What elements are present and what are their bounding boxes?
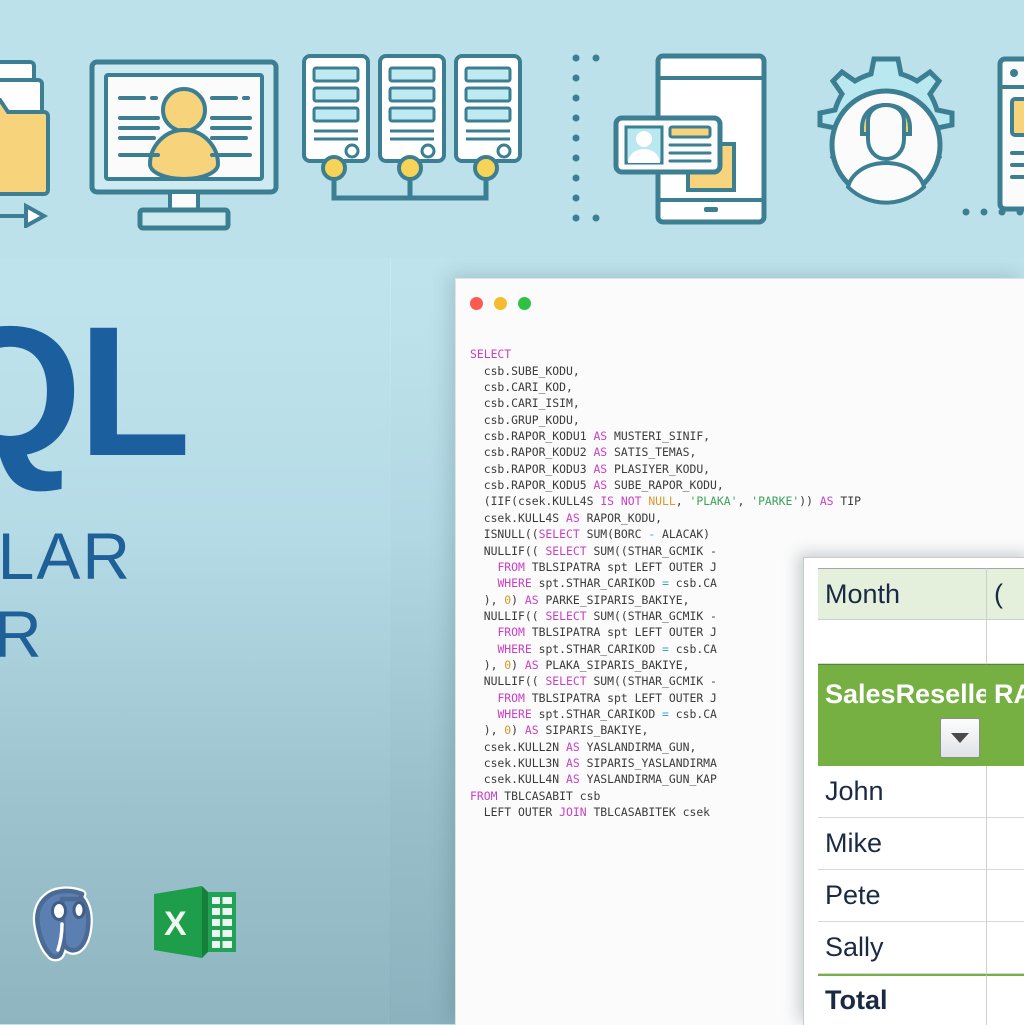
hero-subtitle-line-2: AR (0, 597, 44, 671)
excel-cell-value[interactable] (987, 870, 1024, 922)
excel-grid[interactable]: Month ( Sales Reseller R A JohnMikePeteS… (818, 568, 1024, 1025)
excel-filter-col2-line2: A (1014, 669, 1024, 719)
postgresql-logo (32, 886, 93, 962)
excel-header-row: Month ( (818, 568, 1024, 620)
excel-spreadsheet-panel[interactable]: Month ( Sales Reseller R A JohnMikePeteS… (803, 557, 1024, 1025)
excel-cell-reseller-name[interactable]: Mike (818, 818, 988, 870)
window-traffic-lights[interactable] (470, 297, 531, 310)
hero-subtitle: ULAR AR (0, 517, 400, 673)
tech-logo-row: X (22, 880, 238, 964)
excel-data-rows[interactable]: John Mike Pete Sally (818, 766, 1024, 974)
desktop-user-profile-icon (89, 59, 279, 231)
excel-cell-reseller-name[interactable]: Sally (818, 922, 988, 974)
excel-total-row: Total (818, 974, 1024, 1025)
maximize-window-button[interactable] (518, 297, 531, 310)
gear-user-settings-icon (817, 56, 955, 205)
excel-spacer-cell-2 (987, 620, 1024, 664)
excel-cell-reseller-name[interactable]: John (818, 766, 988, 818)
chevron-down-icon (951, 733, 970, 743)
excel-total-label: Total (818, 974, 988, 1025)
excel-spacer-cell-1 (818, 620, 988, 664)
excel-row[interactable]: John (818, 766, 1024, 818)
minimize-window-button[interactable] (494, 297, 507, 310)
excel-header-month: Month (818, 568, 988, 620)
excel-cell-value[interactable] (987, 818, 1024, 870)
hero-subtitle-line-1: ULAR (0, 519, 133, 593)
excel-logo: X (154, 886, 236, 958)
excel-row[interactable]: Mike (818, 818, 1024, 870)
excel-spacer-row (818, 620, 1024, 664)
close-window-button[interactable] (470, 297, 483, 310)
illustration-icon-strip (0, 0, 1024, 258)
dropdown-filter-icon[interactable] (940, 718, 981, 758)
excel-filter-row[interactable]: Sales Reseller R A (818, 664, 1024, 766)
excel-cell-reseller-name[interactable]: Pete (818, 870, 988, 922)
hero-block: QL ULAR AR (0, 300, 400, 673)
svg-text:X: X (164, 905, 187, 943)
excel-total-value (987, 974, 1024, 1025)
dotted-connector-icon (572, 54, 600, 222)
browser-window-icon (997, 56, 1024, 212)
excel-filter-label-line1: Sales (825, 679, 896, 709)
server-rack-cluster-icon (302, 54, 522, 201)
excel-cell-value[interactable] (987, 766, 1024, 818)
folder-transfer-icon (0, 60, 50, 228)
excel-filter-col2[interactable]: R A (987, 664, 1024, 766)
excel-header-col2: ( (987, 568, 1024, 620)
excel-row[interactable]: Pete (818, 870, 1024, 922)
excel-cell-value[interactable] (987, 922, 1024, 974)
excel-row[interactable]: Sally (818, 922, 1024, 974)
page-title: QL (0, 289, 191, 495)
excel-filter-sales-reseller[interactable]: Sales Reseller (818, 664, 988, 766)
tablet-id-card-icon (613, 53, 767, 225)
excel-filter-col2-line1: R (994, 679, 1014, 709)
excel-filter-label-line2: Reseller (895, 679, 986, 709)
